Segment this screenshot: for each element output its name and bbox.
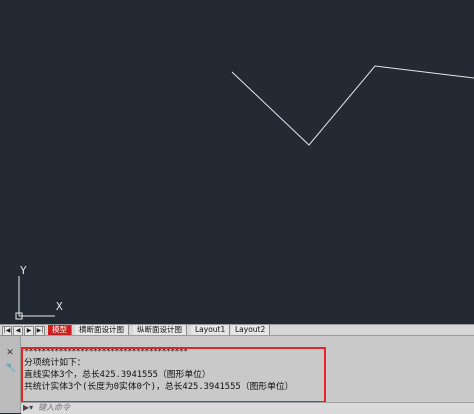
tab-layout1[interactable]: Layout1: [191, 325, 231, 335]
command-window: ✕ 🔧 ************************************…: [0, 336, 474, 414]
command-prompt-row: ▶▾: [21, 402, 474, 414]
polyline-entity[interactable]: [231, 65, 474, 146]
drawing-svg[interactable]: [0, 0, 474, 324]
ucs-y-label: Y: [20, 264, 27, 277]
ucs-icon: [15, 276, 55, 320]
layout-tab-bar: |◀ ◀ ▶ ▶| 模型 横断面设计图 纵断面设计图 Layout1 Layou…: [0, 324, 474, 336]
next-tab-button[interactable]: ▶: [24, 326, 34, 336]
tab-model[interactable]: 模型: [48, 325, 72, 335]
drawing-canvas[interactable]: Y X: [0, 0, 474, 324]
last-tab-button[interactable]: ▶|: [35, 326, 45, 336]
tab-cross-section[interactable]: 横断面设计图: [75, 325, 129, 335]
tab-layout2[interactable]: Layout2: [231, 325, 271, 335]
close-icon[interactable]: ✕: [5, 348, 15, 358]
command-input[interactable]: [38, 403, 458, 413]
command-prompt-icon[interactable]: ▶▾: [23, 403, 33, 413]
first-tab-button[interactable]: |◀: [2, 326, 12, 336]
command-window-sidebar: ✕ 🔧: [0, 336, 21, 413]
tab-profile[interactable]: 纵断面设计图: [133, 325, 187, 335]
ucs-x-label: X: [56, 300, 63, 313]
history-highlight-box: [21, 347, 326, 403]
previous-tab-button[interactable]: ◀: [13, 326, 23, 336]
wrench-icon[interactable]: 🔧: [5, 363, 16, 373]
